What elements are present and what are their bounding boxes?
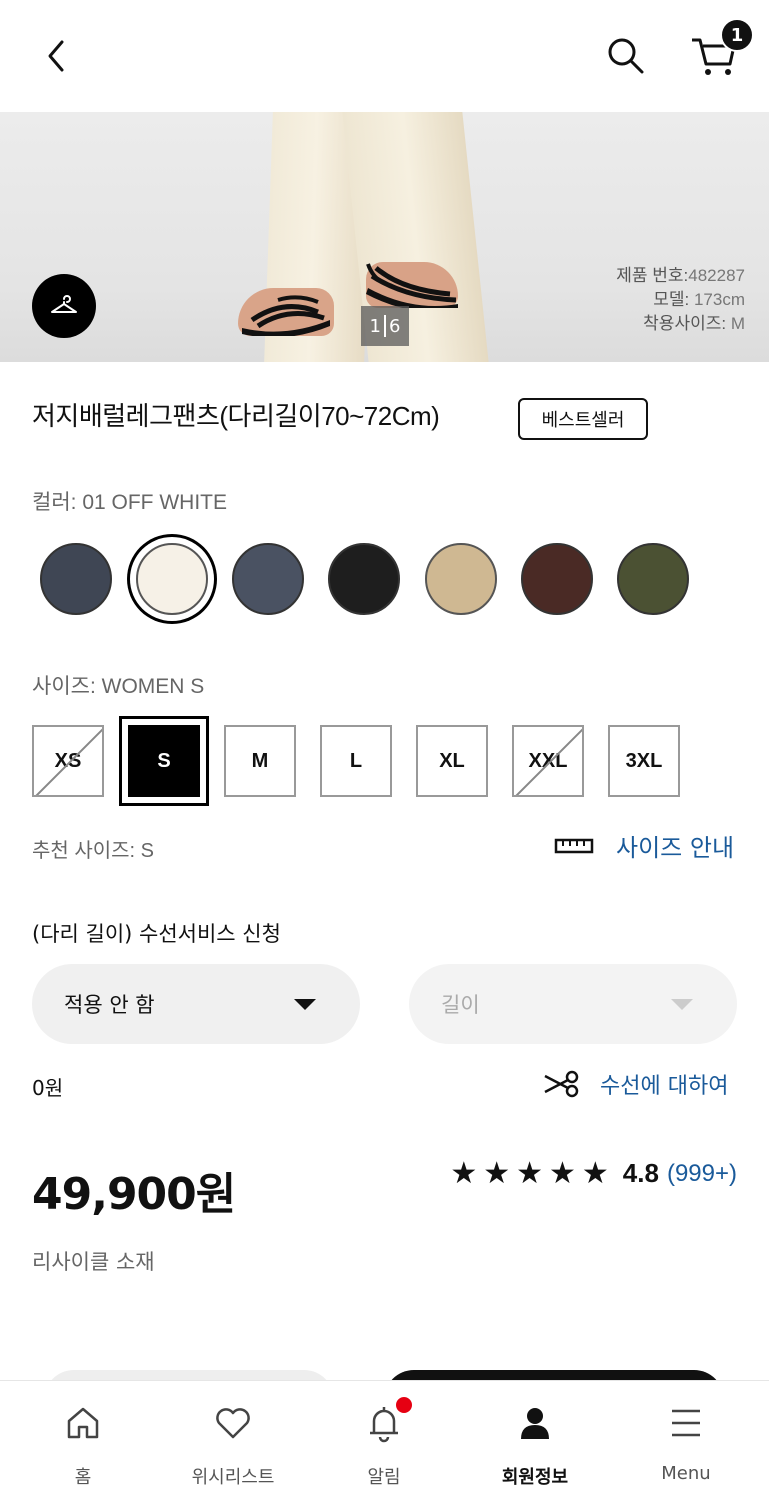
color-swatch-black[interactable] <box>328 543 400 615</box>
bestseller-badge: 베스트셀러 <box>518 398 648 440</box>
notification-dot <box>396 1397 412 1413</box>
rating-score: 4.8 <box>622 1158 659 1188</box>
alteration-select[interactable]: 적용 안 함 <box>32 964 360 1044</box>
model-height: 173cm <box>689 290 745 309</box>
size-value: WOMEN S <box>95 675 205 698</box>
review-count-link[interactable]: (999+) <box>667 1160 737 1188</box>
about-alteration-link[interactable]: 수선에 대하여 <box>542 1068 728 1100</box>
price: 49,900원 <box>32 1169 236 1220</box>
size-option-s[interactable]: S <box>128 725 200 797</box>
size-option-l[interactable]: L <box>320 725 392 797</box>
search-button[interactable] <box>604 34 648 78</box>
scissors-icon <box>544 1070 579 1098</box>
fit-size: M <box>726 314 745 333</box>
alteration-price: 0원 <box>32 1076 64 1100</box>
pager-total: 6 <box>389 315 401 337</box>
product-number: 482287 <box>688 266 745 285</box>
image-pager: 1 6 <box>361 306 409 346</box>
color-label-key: 컬러: <box>32 491 77 514</box>
length-select[interactable]: 길이 <box>409 964 737 1044</box>
product-number-label: 제품 번호: <box>616 266 689 285</box>
pager-divider <box>384 315 386 337</box>
size-option-3xl[interactable]: 3XL <box>608 725 680 797</box>
color-swatch-dark-brown[interactable] <box>521 543 593 615</box>
hamburger-menu-icon <box>666 1403 706 1443</box>
nav-wishlist-label: 위시리스트 <box>191 1467 275 1488</box>
star-icons-filled: ★★★★★ <box>450 1156 609 1191</box>
nav-home[interactable]: 홈 <box>8 1381 158 1500</box>
color-swatch-navy[interactable] <box>40 543 112 615</box>
nav-member-label: 회원정보 <box>501 1467 569 1488</box>
color-swatch-olive[interactable] <box>617 543 689 615</box>
nav-member[interactable]: 회원정보 <box>460 1381 610 1500</box>
length-select-placeholder: 길이 <box>441 993 480 1017</box>
nav-notifications[interactable]: 알림 <box>309 1381 459 1500</box>
color-value: 01 OFF WHITE <box>76 491 227 514</box>
nav-home-label: 홈 <box>74 1467 92 1488</box>
size-option-xs[interactable]: XS <box>32 725 104 797</box>
recommended-size-label: 추천 사이즈: <box>32 840 136 862</box>
color-swatch-beige[interactable] <box>425 543 497 615</box>
heart-icon <box>213 1403 253 1443</box>
styling-hanger-button[interactable] <box>32 274 96 338</box>
size-option-xxl[interactable]: XXL <box>512 725 584 797</box>
caret-down-icon <box>294 999 316 1010</box>
hanger-icon <box>51 295 77 313</box>
nav-wishlist[interactable]: 위시리스트 <box>158 1381 308 1500</box>
product-title: 저지배럴레그팬츠(다리길이70~72Cm) <box>32 401 440 431</box>
size-option-xl[interactable]: XL <box>416 725 488 797</box>
alteration-service-title: (다리 길이) 수선서비스 신청 <box>32 922 281 946</box>
color-label: 컬러: 01 OFF WHITE <box>32 486 227 516</box>
sandal-right-image <box>366 263 458 308</box>
product-image-carousel[interactable]: 1 6 제품 번호:482287 모델: 173cm 착용사이즈: M <box>0 112 769 362</box>
bell-icon <box>364 1397 412 1443</box>
nav-menu[interactable]: Menu <box>611 1381 761 1500</box>
bottom-navigation: 홈 위시리스트 알림 회원정보 Menu <box>0 1380 769 1500</box>
rating-stars: ★★★★★ ★★★★★ <box>450 1156 614 1191</box>
color-swatch-slate-blue[interactable] <box>232 543 304 615</box>
alteration-select-value: 적용 안 함 <box>64 993 155 1017</box>
person-icon <box>515 1403 555 1443</box>
top-bar: 1 <box>0 0 769 112</box>
ruler-icon <box>554 838 594 853</box>
rating[interactable]: ★★★★★ ★★★★★ 4.8 (999+) <box>450 1156 737 1191</box>
model-height-label: 모델: <box>653 290 690 309</box>
size-label-key: 사이즈: <box>32 675 96 698</box>
nav-notifications-label: 알림 <box>367 1467 401 1488</box>
home-icon <box>63 1403 103 1443</box>
about-alteration-label: 수선에 대하여 <box>600 1074 729 1099</box>
caret-down-icon <box>671 999 693 1010</box>
chevron-left-icon <box>48 40 64 72</box>
model-info: 제품 번호:482287 모델: 173cm 착용사이즈: M <box>616 264 745 336</box>
size-guide-label: 사이즈 안내 <box>616 834 735 862</box>
pager-current: 1 <box>369 315 381 337</box>
recommended-size: 추천 사이즈: S <box>32 834 154 863</box>
recommended-size-value: S <box>135 840 155 862</box>
cart-count-badge: 1 <box>720 18 754 52</box>
fit-size-label: 착용사이즈: <box>643 314 727 333</box>
back-button[interactable] <box>36 36 76 76</box>
size-option-m[interactable]: M <box>224 725 296 797</box>
sandal-left-image <box>242 295 330 336</box>
nav-menu-label: Menu <box>661 1463 711 1484</box>
size-guide-link[interactable]: 사이즈 안내 <box>554 828 734 863</box>
search-icon <box>608 38 644 74</box>
size-label: 사이즈: WOMEN S <box>32 670 204 700</box>
color-swatch-off-white[interactable] <box>136 543 208 615</box>
material-note: 리사이클 소재 <box>32 1250 155 1274</box>
